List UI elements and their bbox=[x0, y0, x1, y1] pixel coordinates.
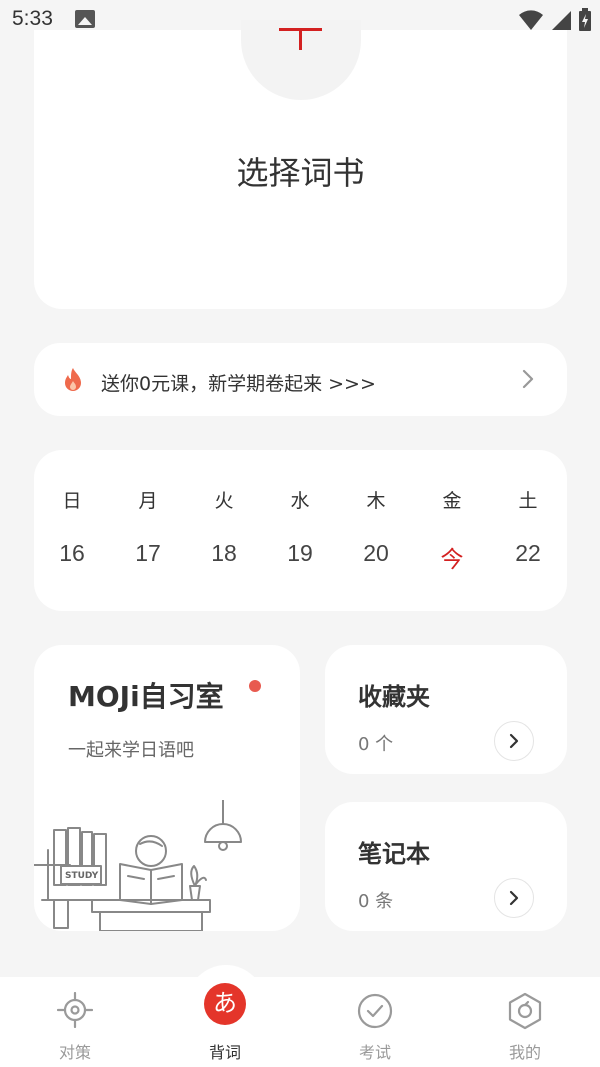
promo-text: 送你0元课，新学期卷起来 >>> bbox=[101, 373, 376, 395]
tab-label: 考试 bbox=[358, 1043, 391, 1062]
tab-label: 背词 bbox=[208, 1043, 241, 1062]
tab-profile[interactable]: 我的 bbox=[450, 977, 600, 1067]
notification-dot bbox=[249, 680, 261, 692]
notebook-title: 笔记本 bbox=[358, 840, 430, 868]
favorites-card[interactable]: 收藏夹 0 个 bbox=[325, 645, 567, 774]
status-time: 5:33 bbox=[12, 7, 53, 30]
study-room-title: MOJi自习室 bbox=[68, 680, 224, 713]
tab-countermeasures[interactable]: 对策 bbox=[0, 977, 150, 1067]
tab-exam[interactable]: 考试 bbox=[300, 977, 450, 1067]
check-circle-icon bbox=[357, 993, 393, 1029]
weekday-label: 火 bbox=[214, 490, 234, 512]
notebook-count: 0 条 bbox=[358, 891, 394, 912]
chevron-right-icon bbox=[509, 733, 519, 749]
calendar-day[interactable]: 19 bbox=[262, 540, 338, 574]
chevron-right-icon bbox=[509, 890, 519, 906]
calendar-day-today[interactable]: 今 bbox=[414, 540, 490, 574]
calendar-day[interactable]: 17 bbox=[110, 540, 186, 574]
weekday-label: 金 bbox=[442, 490, 462, 512]
target-icon bbox=[57, 992, 93, 1028]
tab-vocabulary[interactable]: あ 背词 bbox=[150, 977, 300, 1067]
calendar-day[interactable]: 16 bbox=[34, 540, 110, 574]
weekday-label: 木 bbox=[366, 490, 386, 512]
notebook-open-button[interactable] bbox=[494, 878, 534, 918]
calendar-day[interactable]: 18 bbox=[186, 540, 262, 574]
favorites-open-button[interactable] bbox=[494, 721, 534, 761]
weekday-label: 月 bbox=[138, 490, 158, 512]
weekday-label: 日 bbox=[62, 490, 82, 512]
promo-banner[interactable]: 送你0元课，新学期卷起来 >>> bbox=[34, 343, 567, 416]
calendar-day[interactable]: 20 bbox=[338, 540, 414, 574]
favorites-count: 0 个 bbox=[358, 734, 394, 755]
weekday-row: 日 月 火 水 木 金 土 bbox=[34, 486, 567, 513]
study-room-subtitle: 一起来学日语吧 bbox=[68, 740, 194, 761]
add-book-button[interactable] bbox=[241, 20, 361, 100]
weekly-calendar: 日 月 火 水 木 金 土 16 17 18 19 20 今 22 bbox=[34, 450, 567, 611]
chevron-right-icon bbox=[522, 369, 534, 389]
weekday-label: 水 bbox=[290, 490, 310, 512]
profile-hexagon-icon bbox=[508, 992, 542, 1030]
date-row: 16 17 18 19 20 今 22 bbox=[34, 540, 567, 574]
weekday-label: 土 bbox=[518, 490, 538, 512]
status-icons bbox=[518, 8, 592, 32]
favorites-title: 收藏夹 bbox=[358, 683, 430, 711]
study-illustration bbox=[34, 800, 242, 931]
tab-label: 我的 bbox=[508, 1043, 541, 1062]
notebook-card[interactable]: 笔记本 0 条 bbox=[325, 802, 567, 931]
wifi-icon bbox=[519, 10, 543, 30]
study-sign-text: STUDY bbox=[65, 871, 99, 881]
fire-icon bbox=[65, 368, 81, 391]
study-room-card[interactable]: MOJi自习室 一起来学日语吧 STUDY bbox=[34, 645, 300, 931]
signal-icon bbox=[552, 11, 571, 30]
tab-label: 对策 bbox=[58, 1043, 91, 1062]
battery-charging-icon bbox=[579, 8, 591, 31]
image-notification-icon bbox=[75, 10, 95, 28]
select-book-title: 选择词书 bbox=[236, 154, 365, 192]
calendar-day[interactable]: 22 bbox=[490, 540, 566, 574]
select-book-card[interactable]: 选择词书 bbox=[34, 20, 567, 309]
kana-a-icon: あ bbox=[204, 983, 246, 1025]
